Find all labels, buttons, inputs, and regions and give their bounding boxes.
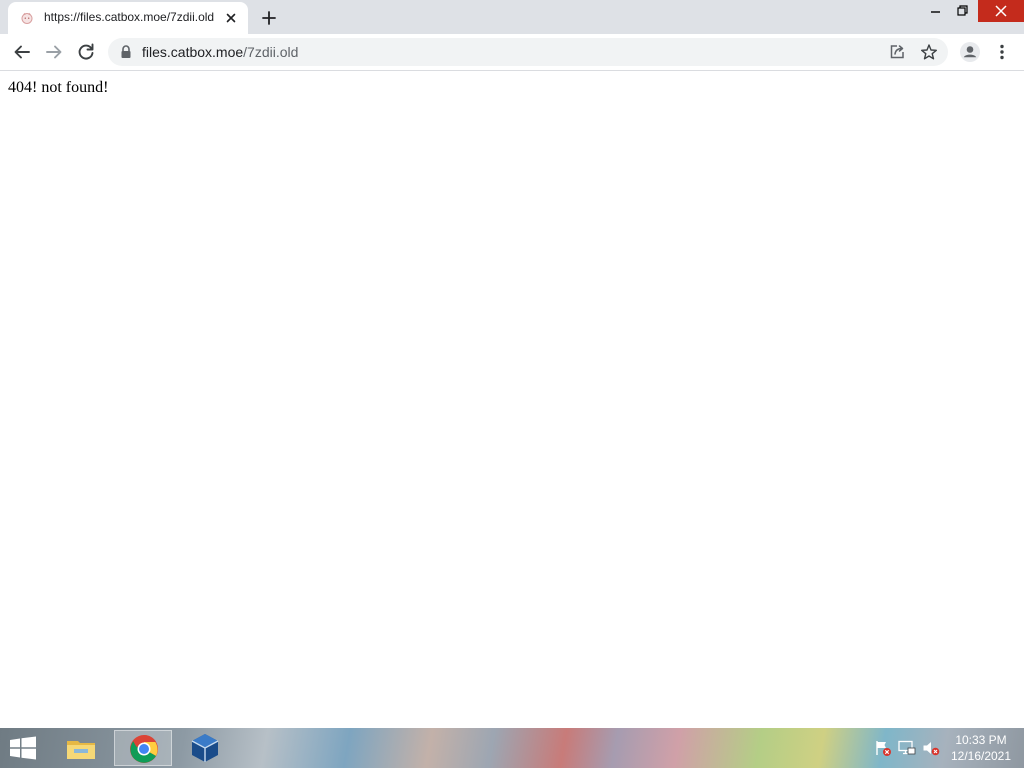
taskbar-virtualbox[interactable] <box>176 730 234 766</box>
windows-start-icon[interactable] <box>8 736 38 760</box>
url-host: files.catbox.moe <box>142 44 244 60</box>
tab-title: https://files.catbox.moe/7zdii.old <box>44 10 215 24</box>
catbox-favicon-icon <box>20 11 34 25</box>
page-content: 404! not found! <box>0 71 1024 727</box>
not-found-message: 404! not found! <box>8 79 109 96</box>
clock-time: 10:33 PM <box>955 733 1007 747</box>
volume-muted-icon[interactable] <box>922 740 940 756</box>
window-restore-icon[interactable] <box>947 0 977 22</box>
taskbar-chrome[interactable] <box>114 730 172 766</box>
taskbar-clock[interactable]: 10:33 PM 12/16/2021 <box>944 732 1018 764</box>
browser-tab[interactable]: https://files.catbox.moe/7zdii.old <box>8 2 248 34</box>
virtualbox-icon <box>191 734 219 762</box>
windows-taskbar: 10:33 PM 12/16/2021 <box>0 728 1024 768</box>
browser-tabstrip: https://files.catbox.moe/7zdii.old <box>0 0 1024 34</box>
reload-icon[interactable] <box>74 40 98 64</box>
bookmark-star-icon[interactable] <box>920 43 938 61</box>
taskbar-file-explorer[interactable] <box>52 730 110 766</box>
url-path: /7zdii.old <box>243 44 299 60</box>
forward-arrow-icon[interactable] <box>42 40 66 64</box>
url-text[interactable]: files.catbox.moe/7zdii.old <box>142 44 298 60</box>
window-close-icon[interactable] <box>978 0 1024 22</box>
new-tab-icon[interactable] <box>258 7 280 29</box>
chrome-icon <box>130 735 158 763</box>
share-icon[interactable] <box>888 43 906 61</box>
tab-close-icon[interactable] <box>223 10 239 26</box>
browser-toolbar: files.catbox.moe/7zdii.old <box>0 34 1024 71</box>
clock-date: 12/16/2021 <box>950 749 1012 763</box>
network-icon[interactable] <box>898 740 916 756</box>
action-center-flag-icon[interactable] <box>874 740 892 756</box>
back-arrow-icon[interactable] <box>10 40 34 64</box>
lock-icon[interactable] <box>120 45 132 59</box>
file-explorer-icon <box>67 741 95 759</box>
profile-avatar-icon[interactable] <box>958 40 982 64</box>
address-bar[interactable]: files.catbox.moe/7zdii.old <box>108 38 948 66</box>
kebab-menu-icon[interactable] <box>994 40 1010 64</box>
